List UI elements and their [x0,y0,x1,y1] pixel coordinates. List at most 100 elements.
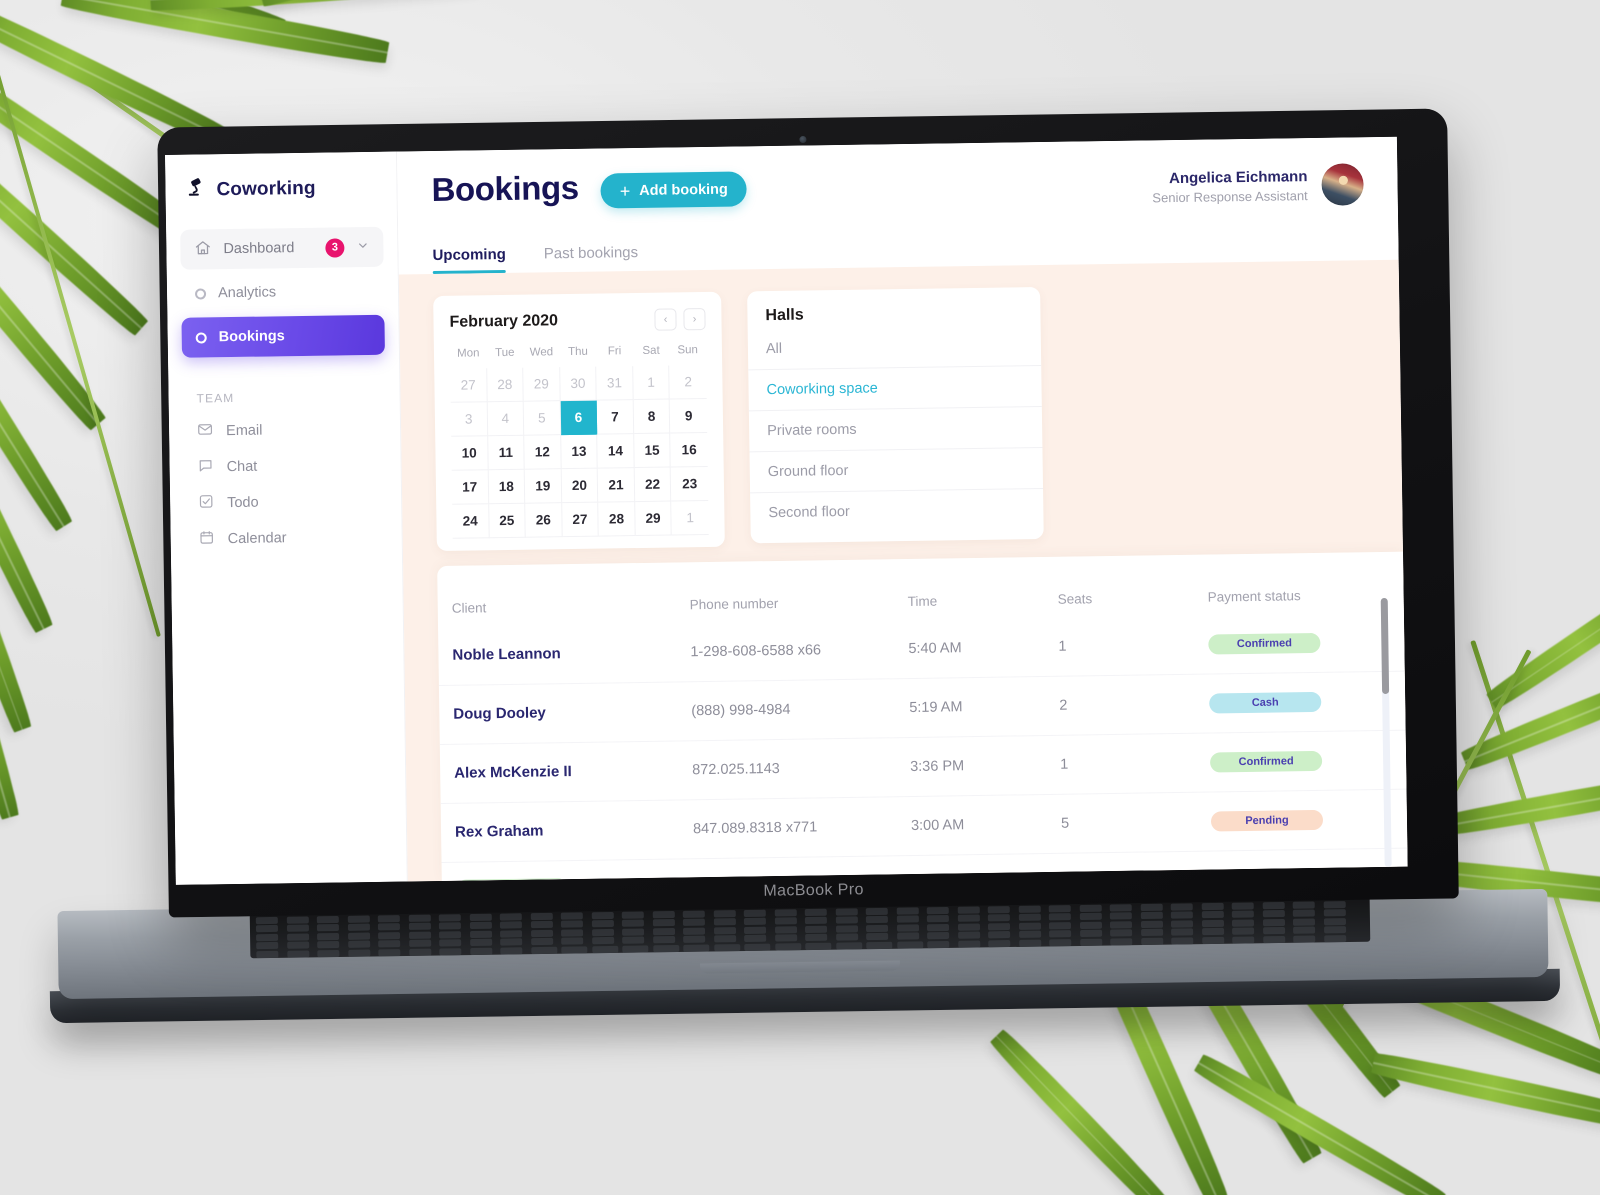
calendar-day[interactable]: 19 [524,469,562,504]
calendar-day[interactable]: 28 [598,502,636,537]
sidebar-item-chat[interactable]: Chat [183,447,387,486]
keyboard-key [530,921,553,929]
calendar-day[interactable]: 30 [559,366,597,402]
add-booking-button[interactable]: + Add booking [600,171,748,209]
hall-item-second-floor[interactable]: Second floor [750,489,1044,533]
palm-leaf [60,0,390,67]
user-text: Angelica Eichmann Senior Response Assist… [1152,168,1308,205]
keyboard-key [743,926,767,934]
keyboard-key [926,906,949,915]
keyboard-key [591,920,614,928]
calendar-day[interactable]: 9 [670,398,708,434]
calendar-day[interactable]: 16 [670,432,708,468]
calendar-day[interactable]: 29 [635,501,673,537]
calendar-day[interactable]: 27 [450,368,488,403]
keyboard-key [1201,911,1224,919]
keyboard-key [743,918,766,926]
keyboard-key [865,916,888,924]
keyboard-key [896,915,919,924]
calendar-day[interactable]: 21 [597,468,636,503]
calendar-weekday: Sat [642,344,660,357]
calendar-day[interactable]: 17 [451,470,489,505]
calendar-day[interactable]: 18 [488,469,526,505]
sidebar-item-calendar[interactable]: Calendar [184,519,388,558]
calendar-day[interactable]: 12 [524,435,562,470]
palm-leaf [1370,1050,1600,1136]
hall-item-private-rooms[interactable]: Private rooms [748,407,1043,453]
keyboard-key [774,909,797,917]
calendar-day[interactable]: 10 [451,436,489,471]
chevron-right-icon[interactable]: › [683,308,706,331]
chevron-down-icon[interactable] [356,238,369,255]
sidebar-item-email[interactable]: Email [183,411,387,450]
keyboard-key [927,940,950,948]
avatar[interactable] [1321,163,1364,206]
calendar-day[interactable]: 7 [596,400,635,435]
calendar-day[interactable]: 31 [596,366,634,401]
keyboard-key [1079,904,1102,913]
calendar-day[interactable]: 23 [671,466,709,502]
cell-client: Rex Graham [455,820,693,842]
cell-status: Pending [1210,809,1379,832]
calendar-day[interactable]: 20 [561,468,599,504]
calendar-day[interactable]: 25 [488,503,526,539]
calendar-day[interactable]: 14 [597,434,635,469]
calendar-weekday: Sun [677,344,698,357]
keyboard-key [988,939,1011,947]
calendar-day[interactable]: 8 [633,399,671,435]
keyboard-key [469,913,492,922]
calendar-day[interactable]: 27 [561,502,599,538]
keyboard-key [622,944,649,953]
keyboard-key [469,922,492,930]
hall-item-coworking-space[interactable]: Coworking space [748,366,1042,412]
keyboard-key [469,930,492,938]
calendar-day[interactable]: 22 [634,467,672,503]
calendar-day[interactable]: 15 [634,433,672,469]
sidebar-item-label: Calendar [227,530,287,548]
calendar-day[interactable]: 13 [560,434,598,470]
sidebar-item-analytics[interactable]: Analytics [181,271,385,314]
calendar-day[interactable]: 28 [486,367,524,403]
keyboard-key [530,912,553,921]
sidebar-item-bookings[interactable]: Bookings [181,314,385,358]
chevron-left-icon[interactable]: ‹ [654,308,677,331]
envelope-icon [197,421,213,441]
status-badge: Pending [1210,809,1324,832]
keyboard-key [1049,930,1072,938]
calendar-day[interactable]: 3 [450,402,488,437]
calendar-day-grid: 27 28 29 30 31 1 2 3 4 5 6 7 8 9 10 11 12 13 14 15 16 17 18 19 2… [450,364,709,539]
hall-item-all[interactable]: All [747,325,1042,371]
user-name: Angelica Eichmann [1168,167,1308,187]
cell-phone-text: (888) 998-4984 [691,701,791,720]
calendar-day[interactable]: 2 [669,364,707,400]
sidebar-item-todo[interactable]: Todo [184,483,388,522]
keyboard-key [835,916,858,925]
sidebar-item-dashboard[interactable]: Dashboard 3 [180,226,384,270]
keyboard-key [683,944,710,952]
table-body: Noble Leannon 1-298-608-6588 x66 5:40 AM 1 C… [438,612,1408,881]
keyboard-key [286,950,309,958]
cell-phone: 1-298-608-6588 x66 [690,640,908,661]
cell-seats-text: 5 [1060,815,1070,832]
filters-row: February 2020 ‹ › Mon Tue Wed Thu Fri Sat Sun … [399,282,1403,576]
sidebar-item-label: Email [225,422,263,440]
scrollbar-thumb[interactable] [1380,597,1390,695]
tab-past-bookings[interactable]: Past bookings [544,244,639,272]
keyboard-key [439,947,462,956]
calendar-day[interactable]: 5 [523,401,561,436]
keyboard-key [1140,937,1163,945]
calendar-day[interactable]: 4 [487,401,525,437]
keyboard-key [987,922,1011,931]
calendar-day[interactable]: 29 [523,367,561,402]
hall-item-ground-floor[interactable]: Ground floor [749,448,1044,494]
calendar-day[interactable]: 26 [525,503,563,538]
keyboard-key [1018,930,1041,939]
calendar-day-selected[interactable]: 6 [560,400,598,436]
screen: Coworking Dashboard 3 Analytics Bookings… [165,136,1408,885]
calendar-day[interactable]: 1 [633,365,671,401]
user-profile[interactable]: Angelica Eichmann Senior Response Assist… [1152,159,1364,208]
calendar-day[interactable]: 1 [671,500,709,536]
calendar-day[interactable]: 24 [452,504,490,539]
calendar-day[interactable]: 11 [487,435,525,471]
tab-upcoming[interactable]: Upcoming [432,246,506,274]
